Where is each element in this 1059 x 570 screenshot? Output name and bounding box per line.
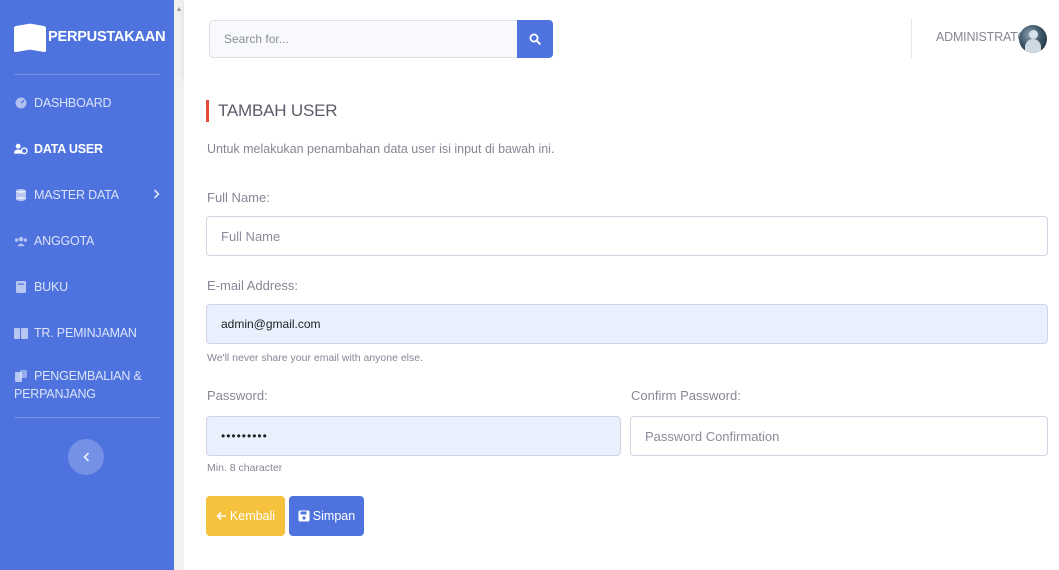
sidebar-item-anggota[interactable]: ANGGOTA — [0, 218, 174, 264]
password-help-text: Min. 8 character — [207, 462, 283, 474]
sidebar-item-label: DATA USER — [34, 142, 103, 156]
search-button[interactable] — [517, 20, 553, 58]
back-button[interactable]: Kembali — [206, 496, 285, 536]
arrow-left-icon — [216, 511, 226, 521]
search-input[interactable] — [209, 20, 517, 58]
sidebar-divider — [14, 417, 160, 418]
sidebar-scrollbar[interactable]: ▲ — [174, 0, 184, 570]
password-input[interactable] — [206, 416, 621, 456]
book-icon — [14, 280, 28, 294]
dashboard-icon — [14, 96, 28, 110]
sidebar-item-label: BUKU — [34, 280, 68, 294]
topbar: ADMINISTRATOR — [184, 0, 1059, 76]
sidebar-nav: DASHBOARD DATA USER MASTER DATA ANGGOTA — [0, 80, 174, 414]
brand-name: PERPUSTAKAAN — [48, 29, 166, 45]
return-icon — [14, 369, 28, 383]
scroll-up-arrow-icon[interactable]: ▲ — [174, 6, 184, 13]
users-icon — [14, 142, 28, 156]
confirm-password-label: Confirm Password: — [631, 388, 741, 403]
sidebar: PERPUSTAKAAN DASHBOARD DATA USER MASTER … — [0, 0, 174, 570]
back-button-label: Kembali — [229, 509, 276, 523]
email-help-text: We'll never share your email with anyone… — [207, 352, 423, 364]
sidebar-item-label: PENGEMBALIAN & — [34, 369, 142, 383]
avatar[interactable] — [1019, 25, 1047, 53]
sidebar-item-label: DASHBOARD — [34, 96, 112, 110]
sidebar-item-buku[interactable]: BUKU — [0, 264, 174, 310]
sidebar-item-data-user[interactable]: DATA USER — [0, 126, 174, 172]
save-icon — [298, 510, 310, 522]
search-form — [209, 20, 553, 58]
sidebar-item-label: ANGGOTA — [34, 234, 95, 248]
sidebar-toggle-button[interactable] — [68, 439, 104, 475]
password-label: Password: — [207, 388, 268, 403]
chevron-right-icon — [153, 188, 160, 202]
page-subtitle: Untuk melakukan penambahan data user isi… — [207, 142, 555, 156]
sidebar-item-label: TR. PEMINJAMAN — [34, 326, 137, 340]
full-name-input[interactable] — [206, 216, 1048, 256]
sidebar-divider — [14, 74, 160, 75]
brand-link[interactable]: PERPUSTAKAAN — [0, 0, 174, 74]
book-logo-icon — [14, 22, 48, 53]
loan-icon — [14, 326, 28, 340]
sidebar-item-peminjaman[interactable]: TR. PEMINJAMAN — [0, 310, 174, 356]
full-name-label: Full Name: — [207, 190, 270, 205]
sidebar-item-label: MASTER DATA — [34, 188, 119, 202]
sidebar-item-dashboard[interactable]: DASHBOARD — [0, 80, 174, 126]
page-title: TAMBAH USER — [218, 101, 338, 120]
email-input[interactable] — [206, 304, 1048, 344]
topbar-divider — [911, 18, 912, 58]
confirm-password-input[interactable] — [630, 416, 1048, 456]
database-icon — [14, 188, 28, 202]
chevron-left-icon — [82, 452, 89, 462]
search-icon — [529, 33, 541, 45]
save-button-label: Simpan — [312, 509, 356, 523]
email-label: E-mail Address: — [207, 278, 299, 293]
sidebar-item-master-data[interactable]: MASTER DATA — [0, 172, 174, 218]
sidebar-item-pengembalian[interactable]: PENGEMBALIAN & PERPANJANG — [0, 356, 174, 414]
title-accent — [206, 100, 209, 122]
main-content: TAMBAH USER Untuk melakukan penambahan d… — [184, 76, 1059, 570]
members-icon — [14, 234, 28, 248]
save-button[interactable]: Simpan — [289, 496, 364, 536]
sidebar-item-label-line2: PERPANJANG — [14, 387, 96, 401]
